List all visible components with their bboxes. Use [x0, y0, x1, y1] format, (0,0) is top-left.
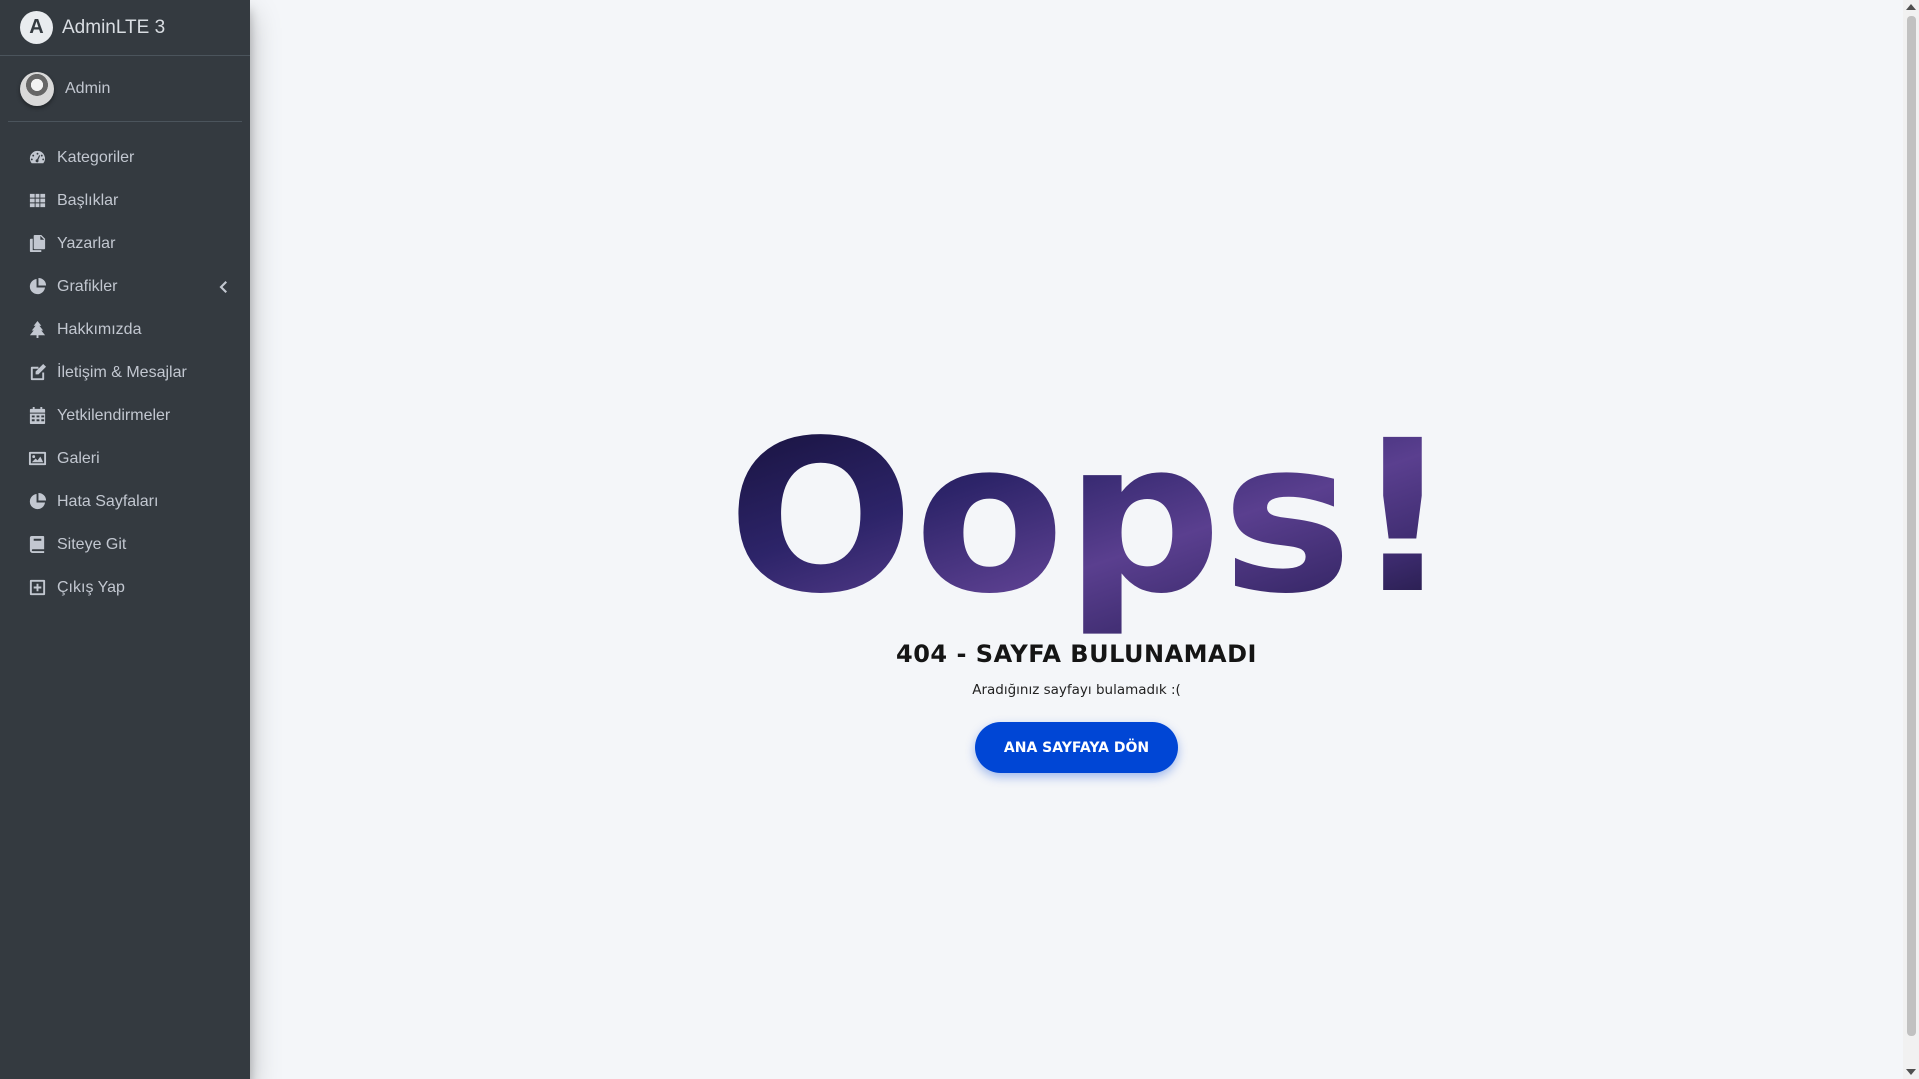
sidebar-item-yazarlar[interactable]: Yazarlar: [8, 222, 242, 265]
tree-icon: [27, 320, 47, 340]
grid-icon: [27, 191, 47, 211]
chevron-left-icon[interactable]: [218, 280, 228, 293]
plus-square-icon: [27, 578, 47, 598]
sidebar-item-iletisim[interactable]: İletişim & Mesajlar: [8, 351, 242, 394]
copy-icon: [27, 234, 47, 254]
main-sidebar: A AdminLTE 3 Admin Kategoriler Başlıklar…: [0, 0, 250, 1079]
error-title: 404 - SAYFA BULUNAMADI: [896, 640, 1257, 668]
sidebar-item-cikis-yap[interactable]: Çıkış Yap: [8, 566, 242, 609]
scroll-up-icon[interactable]: [1906, 4, 1916, 10]
sidebar-item-label: Çıkış Yap: [57, 578, 125, 596]
tachometer-icon: [27, 148, 47, 168]
oops-text: Oops!: [728, 405, 1453, 635]
sidebar-item-hata-sayfalari[interactable]: Hata Sayfaları: [8, 480, 242, 523]
brand-link[interactable]: A AdminLTE 3: [0, 0, 250, 56]
sidebar-item-label: Yazarlar: [57, 234, 116, 252]
sidebar-item-hakkimizda[interactable]: Hakkımızda: [8, 308, 242, 351]
scroll-down-icon[interactable]: [1906, 1069, 1916, 1075]
sidebar-item-galeri[interactable]: Galeri: [8, 437, 242, 480]
user-panel[interactable]: Admin: [8, 56, 242, 122]
brand-title: AdminLTE 3: [62, 16, 166, 38]
sidebar-item-label: Hakkımızda: [57, 320, 142, 338]
edit-icon: [27, 363, 47, 383]
content-wrapper: Oops! 404 - SAYFA BULUNAMADI Aradığınız …: [250, 0, 1903, 1079]
scroll-thumb[interactable]: [1907, 16, 1916, 1036]
sidebar-item-label: Grafikler: [57, 277, 118, 295]
sidebar-item-label: Yetkilendirmeler: [57, 406, 171, 424]
sidebar-item-label: Kategoriler: [57, 148, 135, 166]
home-button[interactable]: ANA SAYFAYA DÖN: [975, 722, 1178, 773]
page-scrollbar[interactable]: [1903, 0, 1919, 1079]
sidebar-item-grafikler[interactable]: Grafikler: [8, 265, 242, 308]
sidebar-item-label: Hata Sayfaları: [57, 492, 159, 510]
image-icon: [27, 449, 47, 469]
sidebar-item-label: Siteye Git: [57, 535, 127, 553]
sidebar-item-label: Galeri: [57, 449, 100, 467]
error-subtitle: Aradığınız sayfayı bulamadık :(: [972, 682, 1181, 698]
user-name: Admin: [65, 79, 111, 97]
sidebar-item-siteye-git[interactable]: Siteye Git: [8, 523, 242, 566]
brand-logo-icon: A: [20, 11, 53, 44]
avatar: [20, 71, 54, 106]
pie-chart-icon: [27, 277, 47, 297]
sidebar-item-label: Başlıklar: [57, 191, 119, 209]
sidebar-nav: Kategoriler Başlıklar Yazarlar Grafikler: [0, 122, 250, 609]
book-icon: [27, 535, 47, 555]
sidebar-item-basliklar[interactable]: Başlıklar: [8, 179, 242, 222]
sidebar-item-yetkilendirmeler[interactable]: Yetkilendirmeler: [8, 394, 242, 437]
oops-headline: Oops!: [720, 395, 1460, 640]
sidebar-item-kategoriler[interactable]: Kategoriler: [8, 136, 242, 179]
sidebar-item-label: İletişim & Mesajlar: [57, 363, 187, 381]
pie-chart-icon: [27, 492, 47, 512]
calendar-icon: [27, 406, 47, 426]
